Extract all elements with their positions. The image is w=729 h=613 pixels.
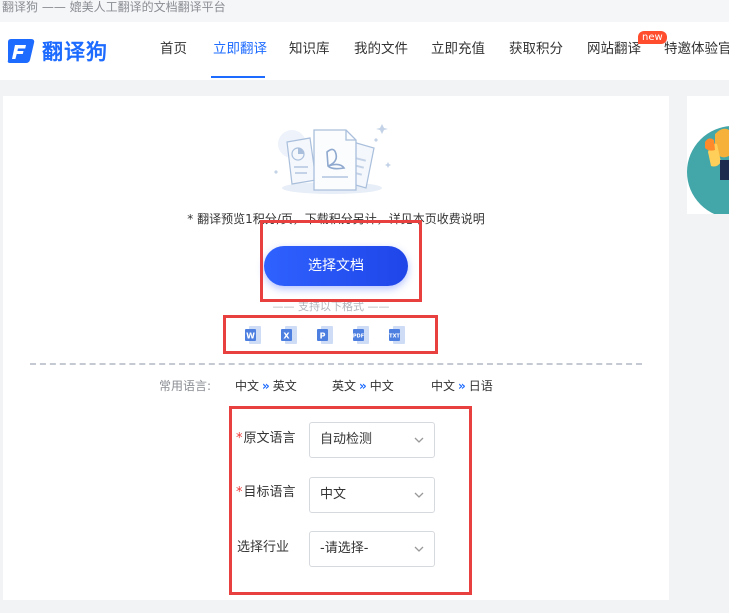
common-languages-label: 常用语言: [159,379,212,393]
source-language-label-text: 原文语言 [243,431,296,446]
required-mark: * [236,431,243,446]
new-badge: new [638,31,667,44]
source-language-label: *原文语言 [236,431,296,447]
logo-icon [4,36,38,66]
pair-from: 中文 [431,379,456,393]
source-language-value: 自动检测 [320,432,373,447]
nav-home[interactable]: 首页 [160,40,187,58]
fee-note: * 翻译预览1积分/页，下载积分另计，详见本页收费说明 [187,212,485,226]
nav-website-translate[interactable]: 网站翻译 [587,40,641,58]
nav-active-indicator [211,76,265,78]
double-arrow-icon: » [359,379,367,393]
industry-value: -请选择- [320,541,369,556]
supported-formats-note: —— 支持以下格式 —— [272,300,390,313]
target-language-label-text: 目标语言 [243,485,296,500]
excel-icon: X [280,325,298,345]
industry-select[interactable]: -请选择- [309,531,435,567]
lang-pair-zh-en[interactable]: 中文» 英文 [235,379,297,393]
lang-pair-zh-ja[interactable]: 中文» 日语 [431,379,493,393]
svg-text:P: P [320,332,326,341]
documents-illustration [270,118,400,196]
svg-text:W: W [246,332,255,341]
pair-to: 英文 [272,379,297,393]
format-icons: W X P PDF TXT [244,325,424,347]
brand-name: 翻译狗 [42,40,108,64]
nav-guest-tester[interactable]: 特邀体验官 [664,40,729,58]
pair-from: 英文 [332,379,357,393]
site-tagline: 翻译狗 —— 媲美人工翻译的文档翻译平台 [2,0,226,14]
txt-icon: TXT [388,325,406,345]
pdf-icon: PDF [352,325,370,345]
pair-to: 日语 [468,379,493,393]
navbar: 翻译狗 首页 立即翻译 知识库 我的文件 立即充值 获取积分 网站翻译 new … [0,22,729,80]
pair-from: 中文 [235,379,260,393]
svg-text:X: X [283,332,290,341]
target-language-value: 中文 [320,487,347,502]
nav-recharge[interactable]: 立即充值 [431,40,485,58]
required-mark: * [236,485,243,500]
top-tagline-bar: 翻译狗 —— 媲美人工翻译的文档翻译平台 [0,0,729,22]
double-arrow-icon: » [262,379,270,393]
chevron-down-icon [414,437,424,443]
nav-translate-now[interactable]: 立即翻译 [213,40,267,58]
nav-knowledge-base[interactable]: 知识库 [289,40,330,58]
industry-label: 选择行业 [237,540,290,555]
lang-pair-en-zh[interactable]: 英文» 中文 [332,379,394,393]
nav-my-files[interactable]: 我的文件 [354,40,408,58]
pair-to: 中文 [369,379,394,393]
target-language-select[interactable]: 中文 [309,477,435,513]
target-language-label: *目标语言 [236,485,296,501]
chevron-down-icon [414,492,424,498]
section-divider [30,363,642,365]
source-language-select[interactable]: 自动检测 [309,422,435,458]
svg-text:PDF: PDF [353,334,364,340]
select-document-button[interactable]: 选择文档 [264,246,408,286]
nav-earn-points[interactable]: 获取积分 [509,40,563,58]
double-arrow-icon: » [458,379,466,393]
chevron-down-icon [414,546,424,552]
logo[interactable]: 翻译狗 [4,35,108,67]
svg-text:TXT: TXT [389,334,400,340]
word-icon: W [244,325,262,345]
side-banner[interactable] [687,96,729,214]
ppt-icon: P [316,325,334,345]
